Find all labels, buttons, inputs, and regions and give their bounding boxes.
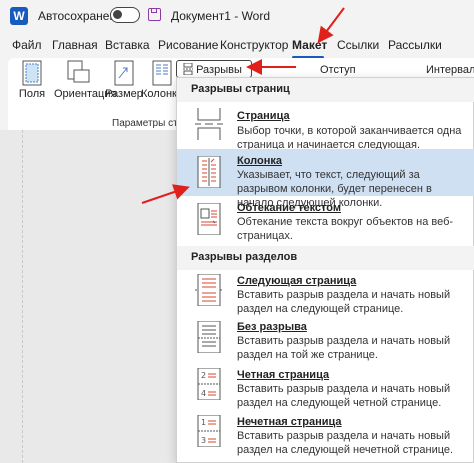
next-page-title: Следующая страница: [237, 275, 357, 287]
page-breaks-header: Разрывы страниц: [177, 78, 474, 102]
save-icon[interactable]: [148, 8, 161, 21]
toggle-knob: [113, 10, 122, 19]
breaks-button[interactable]: Разрывы ⌄: [176, 60, 252, 87]
margins-icon: [22, 60, 42, 86]
text-wrapping-icon: [197, 203, 221, 235]
columns-icon: [152, 60, 172, 86]
even-page-desc: Вставить разрыв раздела и начать новый р…: [237, 383, 451, 409]
tab-references[interactable]: Ссылки: [337, 38, 379, 52]
tab-layout[interactable]: Макет: [292, 38, 327, 52]
even-page-icon: 24: [197, 368, 221, 400]
size-label: Размер: [105, 88, 143, 100]
odd-page-item[interactable]: 13 Нечетная страница Вставить разрыв раз…: [177, 411, 474, 461]
svg-text:4: 4: [201, 389, 206, 398]
orientation-button[interactable]: Ориентация: [54, 60, 116, 100]
tab-mailings[interactable]: Рассылки: [388, 38, 442, 52]
page-break-icon: [195, 108, 223, 140]
svg-text:1: 1: [201, 418, 206, 427]
odd-page-desc: Вставить разрыв раздела и начать новый р…: [237, 430, 454, 456]
tab-insert[interactable]: Вставка: [105, 38, 150, 52]
column-break-title: Колонка: [237, 155, 282, 167]
continuous-title: Без разрыва: [237, 321, 307, 333]
next-page-item[interactable]: Следующая страница Вставить разрыв разде…: [177, 270, 474, 316]
tab-home[interactable]: Главная: [52, 38, 98, 52]
page-break-desc: Выбор точки, в которой заканчивается одн…: [237, 125, 462, 151]
odd-page-title: Нечетная страница: [237, 416, 342, 428]
text-wrapping-title: Обтекание текстом: [237, 202, 341, 214]
orientation-icon: [67, 60, 90, 83]
text-wrapping-item[interactable]: Обтекание текстом Обтекание текста вокру…: [177, 198, 474, 246]
next-page-desc: Вставить разрыв раздела и начать новый р…: [237, 289, 451, 315]
indent-label: Отступ: [320, 64, 356, 76]
autosave-toggle[interactable]: [110, 7, 140, 23]
word-app-icon[interactable]: W: [10, 7, 28, 25]
continuous-item[interactable]: Без разрыва Вставить разрыв раздела и на…: [177, 316, 474, 364]
ribbon-tabs: Файл Главная Вставка Рисование Конструкт…: [0, 34, 474, 58]
page-break-title: Страница: [237, 110, 290, 122]
odd-page-icon: 13: [197, 415, 221, 447]
tab-design[interactable]: Конструктор: [220, 38, 288, 52]
margins-button[interactable]: Поля: [12, 60, 52, 100]
even-page-item[interactable]: 24 Четная страница Вставить разрыв разде…: [177, 364, 474, 411]
document-title: Документ1 - Word: [171, 9, 271, 23]
next-page-icon: [195, 274, 223, 306]
svg-text:2: 2: [201, 371, 206, 380]
size-icon: [114, 60, 134, 86]
continuous-desc: Вставить разрыв раздела и начать новый р…: [237, 335, 451, 361]
breaks-dropdown: Разрывы страниц Страница Выбор точки, в …: [176, 77, 474, 463]
spacing-label: Интервал: [426, 64, 474, 76]
tab-draw[interactable]: Рисование: [158, 38, 218, 52]
text-wrapping-desc: Обтекание текста вокруг объектов на веб-…: [237, 216, 454, 242]
size-button[interactable]: Размер: [104, 60, 144, 100]
vertical-ruler: [22, 130, 30, 463]
column-break-item[interactable]: Колонка Указывает, что текст, следующий …: [177, 149, 474, 209]
column-break-icon: [197, 156, 221, 188]
page-break-item[interactable]: Страница Выбор точки, в которой заканчив…: [177, 102, 474, 151]
even-page-title: Четная страница: [237, 369, 330, 381]
margins-label: Поля: [18, 88, 46, 100]
svg-text:3: 3: [201, 436, 206, 445]
breaks-label: Разрывы: [196, 64, 242, 76]
section-breaks-header: Разрывы разделов: [177, 246, 474, 270]
continuous-icon: [197, 321, 221, 353]
title-bar: W Автосохранение Документ1 - Word: [0, 0, 474, 34]
tab-file[interactable]: Файл: [12, 38, 42, 52]
breaks-icon: [183, 62, 193, 76]
